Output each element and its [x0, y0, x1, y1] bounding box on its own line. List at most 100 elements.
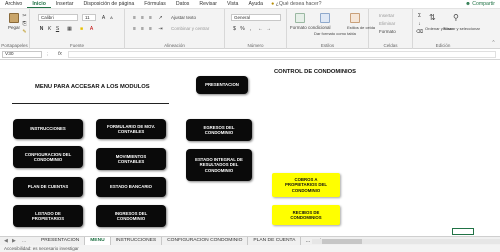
fx-icon[interactable]: fx	[58, 51, 62, 57]
grow-font-icon[interactable]: A	[100, 14, 107, 21]
configuracion-button[interactable]: CONFIGURACION DEL CONDOMINIO	[13, 146, 83, 168]
wrap-text-button[interactable]: Ajustar texto	[171, 15, 196, 20]
cobros-button[interactable]: COBROS A PROPIETARIOS DEL CONDOMINIO	[272, 173, 340, 197]
title-underline	[12, 103, 169, 104]
share-label: Compartir	[472, 1, 495, 7]
menu-insertar[interactable]: Insertar	[51, 1, 79, 7]
selected-cell[interactable]	[452, 228, 474, 235]
percent-icon[interactable]: %	[239, 25, 246, 32]
styles-group: Formato condicional Dar formato como tab…	[287, 9, 375, 49]
lightbulb-icon: ●	[271, 1, 275, 7]
cut-icon[interactable]: ✂	[21, 12, 28, 19]
menu-formulas[interactable]: Fórmulas	[139, 1, 171, 7]
number-format-select[interactable]: General	[231, 14, 281, 21]
font-group-label: Fuente	[69, 43, 84, 48]
indent-icon[interactable]: ⇥	[157, 25, 164, 32]
format-table-icon[interactable]	[320, 13, 330, 23]
share-button[interactable]: ☻ Compartir	[465, 1, 495, 7]
align-left-icon[interactable]: ≡	[131, 25, 138, 32]
cells-group-label: Celdas	[383, 43, 398, 48]
conditional-format-button[interactable]: Formato condicional	[290, 25, 331, 30]
collapse-ribbon-icon[interactable]: ⌃	[490, 39, 497, 46]
clipboard-group: Pegar ✂ ⎘ ✎ Portapapeles	[0, 9, 30, 49]
instrucciones-button[interactable]: INSTRUCCIONES	[13, 119, 83, 139]
horizontal-scrollbar[interactable]	[312, 239, 500, 244]
clipboard-group-label: Portapapeles	[1, 43, 28, 48]
menu-datos[interactable]: Datos	[171, 1, 195, 7]
format-table-button[interactable]: Dar formato como tabla	[314, 31, 356, 36]
underline-icon[interactable]: S	[54, 25, 61, 32]
bold-icon[interactable]: N	[38, 25, 45, 32]
fill-color-icon[interactable]: ■	[78, 25, 85, 32]
estado-bancario-button[interactable]: ESTADO BANCARIO	[96, 177, 166, 197]
tab-next-icon[interactable]: ▶	[12, 238, 16, 244]
more-options-icon: ⋮	[45, 52, 50, 57]
currency-icon[interactable]: $	[231, 25, 238, 32]
egresos-button[interactable]: EGRESOS DEL CONDOMINIO	[186, 119, 252, 141]
fill-icon[interactable]: ↓	[416, 20, 423, 27]
copy-icon[interactable]: ⎘	[21, 20, 28, 27]
menu-archivo[interactable]: Archivo	[0, 1, 27, 7]
presentacion-button[interactable]: PRESENTACION	[196, 76, 248, 94]
formula-bar: V30 ⋮ fx	[0, 49, 500, 60]
excel-window: Archivo Inicio Insertar Disposición de p…	[0, 0, 500, 252]
person-icon: ☻	[465, 1, 471, 7]
align-bottom-icon[interactable]: ≡	[147, 14, 154, 21]
align-center-icon[interactable]: ≡	[139, 25, 146, 32]
borders-icon[interactable]: ▦	[66, 25, 73, 32]
movimientos-contables-button[interactable]: MOVIMIENTOS CONTABLES	[96, 148, 166, 170]
paste-label: Pegar	[8, 25, 21, 30]
paste-icon[interactable]	[9, 13, 19, 23]
sheet-tabs-bar: ◀ ▶ ... PRESENTACION MENU INSTRUCCIONES …	[0, 236, 500, 246]
estado-integral-button[interactable]: ESTADO INTEGRAL DE RESULTADOS DEL CONDOM…	[186, 149, 252, 181]
alignment-group-label: Alineación	[164, 43, 185, 48]
align-middle-icon[interactable]: ≡	[139, 14, 146, 21]
conditional-format-icon[interactable]	[295, 13, 305, 23]
listado-propietarios-button[interactable]: LISTADO DE PROPIETARIOS	[13, 205, 83, 227]
scrollbar-thumb[interactable]	[322, 239, 362, 244]
clear-icon[interactable]: ⌫	[416, 28, 423, 35]
align-top-icon[interactable]: ≡	[131, 14, 138, 21]
editing-group: Σ ↓ ⌫ ⇅ Ordenar y filtrar ⚲ Buscar y sel…	[413, 9, 480, 49]
formulario-mov-contables-button[interactable]: FORMULARIO DE MOV. CONTABLES	[96, 119, 166, 139]
alignment-group: ≡ ≡ ≡ ↗ Ajustar texto ≡ ≡ ≡ ⇥ Combinar y…	[125, 9, 225, 49]
font-color-icon[interactable]: A	[88, 25, 95, 32]
orientation-icon[interactable]: ↗	[157, 14, 164, 21]
format-painter-icon[interactable]: ✎	[21, 28, 28, 35]
format-cells-button[interactable]: Formato	[379, 29, 396, 34]
sort-filter-icon[interactable]: ⇅	[429, 13, 439, 23]
find-select-icon[interactable]: ⚲	[453, 13, 463, 23]
shrink-font-icon[interactable]: A	[108, 14, 115, 21]
comma-icon[interactable]: ,	[247, 25, 254, 32]
merge-center-button[interactable]: Combinar y centrar	[171, 26, 209, 31]
cells-group: Insertar Eliminar Formato Celdas	[369, 9, 413, 49]
font-group: Calibri 11 A A N K S ▦ ■ A Fuente	[30, 9, 125, 49]
increase-decimal-icon[interactable]: ←	[257, 25, 264, 32]
find-select-button[interactable]: Buscar y seleccionar	[443, 26, 480, 31]
cell-styles-icon[interactable]	[350, 13, 360, 23]
tab-prev-icon[interactable]: ◀	[4, 238, 8, 244]
decrease-decimal-icon[interactable]: →	[265, 25, 272, 32]
delete-cells-button[interactable]: Eliminar	[379, 21, 395, 26]
number-group-label: Número	[247, 43, 264, 48]
styles-group-label: Estilos	[320, 43, 335, 48]
font-name-select[interactable]: Calibri	[38, 14, 78, 21]
insert-cells-button[interactable]: Insertar	[379, 13, 394, 18]
name-box[interactable]: V30	[2, 51, 42, 58]
tab-more-left[interactable]: ...	[22, 238, 26, 244]
font-size-select[interactable]: 11	[82, 14, 96, 21]
plan-cuentas-button[interactable]: PLAN DE CUENTAS	[13, 177, 83, 197]
ingresos-button[interactable]: INGRESOS DEL CONDOMINIO	[96, 205, 166, 227]
formula-input[interactable]	[68, 51, 496, 58]
menu-vista[interactable]: Vista	[222, 1, 243, 7]
tell-me-search[interactable]: ● ¿Qué desea hacer?	[268, 1, 321, 7]
menu-disposicion[interactable]: Disposición de página	[78, 1, 139, 7]
menu-revisar[interactable]: Revisar	[194, 1, 222, 7]
italic-icon[interactable]: K	[46, 25, 53, 32]
menu-inicio[interactable]: Inicio	[27, 1, 51, 8]
menu-ayuda[interactable]: Ayuda	[243, 1, 268, 7]
align-right-icon[interactable]: ≡	[147, 25, 154, 32]
accessibility-status[interactable]: Accesibilidad: es necesario investigar	[4, 245, 79, 252]
recibos-button[interactable]: RECIBOS DE CONDOMINIOS	[272, 205, 340, 225]
autosum-icon[interactable]: Σ	[416, 12, 423, 19]
